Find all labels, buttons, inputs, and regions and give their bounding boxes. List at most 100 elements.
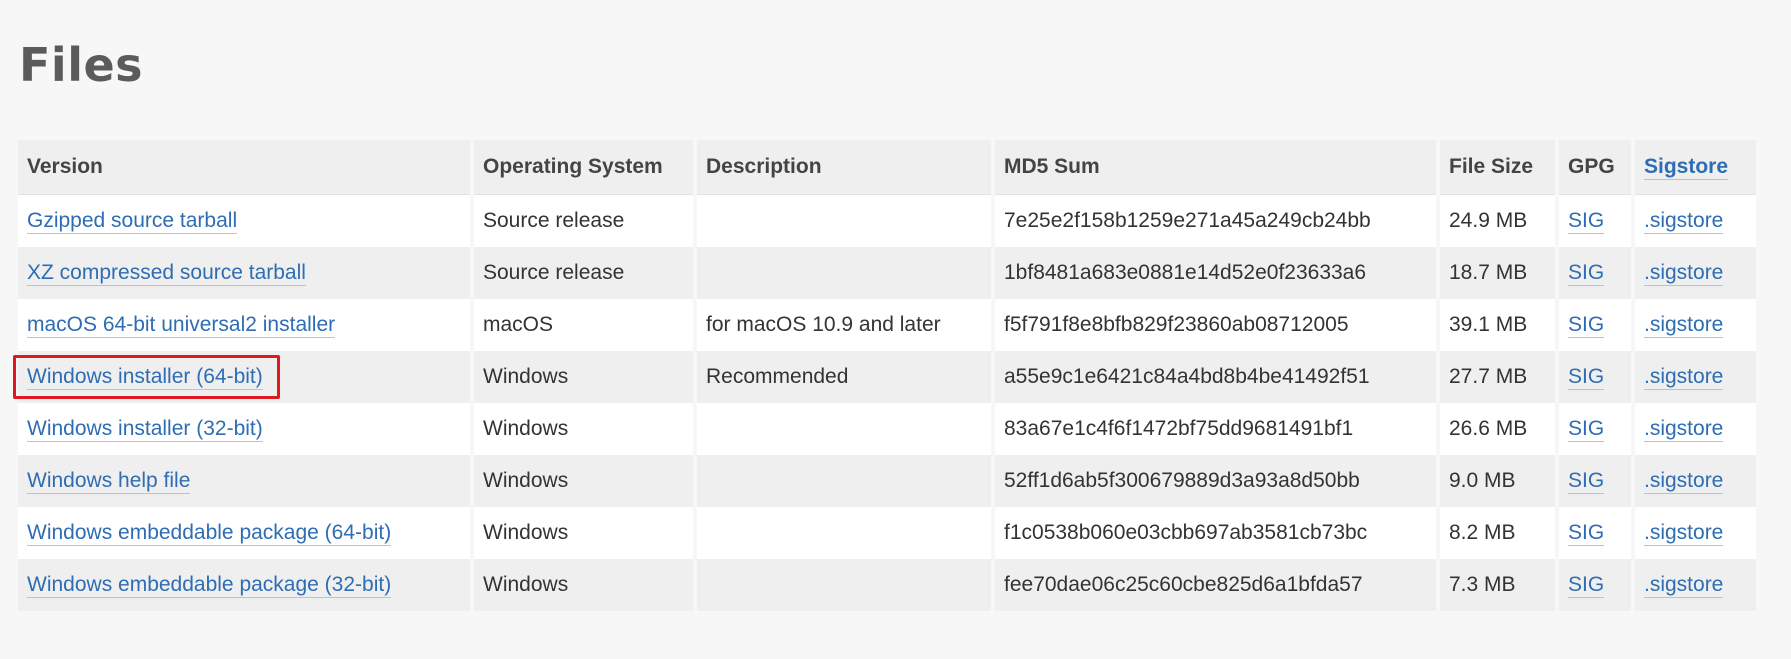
file-size-cell: 26.6 MB — [1440, 403, 1555, 455]
version-link[interactable]: Gzipped source tarball — [27, 209, 238, 234]
md5-cell: a55e9c1e6421c84a4bd8b4be41492f51 — [995, 351, 1436, 403]
os-cell: Source release — [474, 195, 693, 247]
table-row: Windows embeddable package (32-bit) Wind… — [18, 559, 1756, 611]
description-cell: for macOS 10.9 and later — [697, 299, 991, 351]
gpg-sig-link[interactable]: SIG — [1568, 521, 1605, 546]
gpg-sig-link[interactable]: SIG — [1568, 261, 1605, 286]
sigstore-link[interactable]: .sigstore — [1644, 209, 1724, 234]
gpg-cell: SIG — [1559, 247, 1631, 299]
gpg-sig-link[interactable]: SIG — [1568, 365, 1605, 390]
sigstore-header-link[interactable]: Sigstore — [1644, 155, 1729, 180]
description-cell — [697, 247, 991, 299]
sigstore-link[interactable]: .sigstore — [1644, 521, 1724, 546]
description-cell — [697, 559, 991, 611]
version-cell: Windows installer (64-bit) — [13, 351, 470, 403]
version-cell: macOS 64-bit universal2 installer — [18, 299, 470, 351]
header-file-size: File Size — [1440, 140, 1555, 195]
file-size-cell: 39.1 MB — [1440, 299, 1555, 351]
header-description: Description — [697, 140, 991, 195]
version-link[interactable]: Windows embeddable package (64-bit) — [27, 521, 392, 546]
version-cell: Windows help file — [18, 455, 470, 507]
version-link[interactable]: XZ compressed source tarball — [27, 261, 306, 286]
page-title: Files — [19, 38, 144, 92]
description-cell — [697, 455, 991, 507]
version-cell: Gzipped source tarball — [18, 195, 470, 247]
gpg-cell: SIG — [1559, 403, 1631, 455]
md5-cell: f1c0538b060e03cbb697ab3581cb73bc — [995, 507, 1436, 559]
md5-cell: fee70dae06c25c60cbe825d6a1bfda57 — [995, 559, 1436, 611]
sigstore-link[interactable]: .sigstore — [1644, 469, 1724, 494]
header-gpg: GPG — [1559, 140, 1631, 195]
version-link[interactable]: Windows help file — [27, 469, 191, 494]
file-size-cell: 18.7 MB — [1440, 247, 1555, 299]
os-cell: macOS — [474, 299, 693, 351]
sigstore-link[interactable]: .sigstore — [1644, 417, 1724, 442]
sigstore-cell: .sigstore — [1635, 507, 1756, 559]
table-header-row: Version Operating System Description MD5… — [18, 140, 1756, 195]
sigstore-cell: .sigstore — [1635, 403, 1756, 455]
sigstore-link[interactable]: .sigstore — [1644, 313, 1724, 338]
table-row: macOS 64-bit universal2 installer macOS … — [18, 299, 1756, 351]
os-cell: Windows — [474, 455, 693, 507]
gpg-cell: SIG — [1559, 559, 1631, 611]
sigstore-cell: .sigstore — [1635, 247, 1756, 299]
file-size-cell: 8.2 MB — [1440, 507, 1555, 559]
file-size-cell: 9.0 MB — [1440, 455, 1555, 507]
table-row: Windows help file Windows 52ff1d6ab5f300… — [18, 455, 1756, 507]
md5-cell: 52ff1d6ab5f300679889d3a93a8d50bb — [995, 455, 1436, 507]
files-page: Files Version Operating System Descripti… — [0, 0, 1791, 659]
header-version: Version — [18, 140, 470, 195]
table-row: Windows installer (64-bit) Windows Recom… — [13, 351, 1756, 403]
gpg-cell: SIG — [1559, 195, 1631, 247]
table-row: Gzipped source tarball Source release 7e… — [18, 195, 1756, 247]
version-cell: Windows embeddable package (64-bit) — [18, 507, 470, 559]
version-cell: Windows installer (32-bit) — [18, 403, 470, 455]
gpg-cell: SIG — [1559, 299, 1631, 351]
header-sigstore: Sigstore — [1635, 140, 1756, 195]
header-md5-sum: MD5 Sum — [995, 140, 1436, 195]
description-cell — [697, 403, 991, 455]
sigstore-cell: .sigstore — [1635, 195, 1756, 247]
sigstore-cell: .sigstore — [1635, 559, 1756, 611]
highlight-box: Windows installer (64-bit) — [13, 355, 280, 399]
file-size-cell: 7.3 MB — [1440, 559, 1555, 611]
gpg-sig-link[interactable]: SIG — [1568, 313, 1605, 338]
gpg-sig-link[interactable]: SIG — [1568, 209, 1605, 234]
gpg-sig-link[interactable]: SIG — [1568, 573, 1605, 598]
gpg-cell: SIG — [1559, 455, 1631, 507]
description-cell — [697, 195, 991, 247]
md5-cell: 1bf8481a683e0881e14d52e0f23633a6 — [995, 247, 1436, 299]
gpg-cell: SIG — [1559, 351, 1631, 403]
os-cell: Source release — [474, 247, 693, 299]
file-size-cell: 27.7 MB — [1440, 351, 1555, 403]
version-link[interactable]: Windows installer (32-bit) — [27, 417, 263, 442]
os-cell: Windows — [474, 351, 693, 403]
files-table: Version Operating System Description MD5… — [13, 140, 1760, 611]
md5-cell: f5f791f8e8bfb829f23860ab08712005 — [995, 299, 1436, 351]
version-link[interactable]: macOS 64-bit universal2 installer — [27, 313, 336, 338]
table-row: Windows embeddable package (64-bit) Wind… — [18, 507, 1756, 559]
version-link[interactable]: Windows installer (64-bit) — [27, 365, 263, 390]
gpg-sig-link[interactable]: SIG — [1568, 417, 1605, 442]
gpg-sig-link[interactable]: SIG — [1568, 469, 1605, 494]
version-cell: Windows embeddable package (32-bit) — [18, 559, 470, 611]
sigstore-link[interactable]: .sigstore — [1644, 261, 1724, 286]
header-operating-system: Operating System — [474, 140, 693, 195]
version-link[interactable]: Windows embeddable package (32-bit) — [27, 573, 392, 598]
sigstore-cell: .sigstore — [1635, 351, 1756, 403]
gpg-cell: SIG — [1559, 507, 1631, 559]
os-cell: Windows — [474, 507, 693, 559]
sigstore-cell: .sigstore — [1635, 455, 1756, 507]
md5-cell: 83a67e1c4f6f1472bf75dd9681491bf1 — [995, 403, 1436, 455]
sigstore-link[interactable]: .sigstore — [1644, 365, 1724, 390]
table-row: XZ compressed source tarball Source rele… — [18, 247, 1756, 299]
version-cell: XZ compressed source tarball — [18, 247, 470, 299]
os-cell: Windows — [474, 403, 693, 455]
sigstore-cell: .sigstore — [1635, 299, 1756, 351]
os-cell: Windows — [474, 559, 693, 611]
md5-cell: 7e25e2f158b1259e271a45a249cb24bb — [995, 195, 1436, 247]
file-size-cell: 24.9 MB — [1440, 195, 1555, 247]
table-row: Windows installer (32-bit) Windows 83a67… — [18, 403, 1756, 455]
sigstore-link[interactable]: .sigstore — [1644, 573, 1724, 598]
description-cell — [697, 507, 991, 559]
